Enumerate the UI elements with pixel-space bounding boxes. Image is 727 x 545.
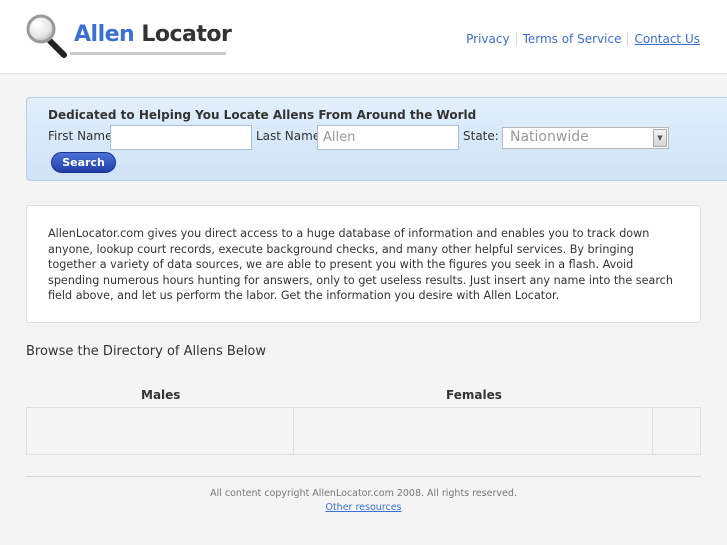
logo-text: Allen Locator [74, 22, 232, 47]
state-select-value: Nationwide [510, 129, 589, 145]
logo-suffix: Locator [134, 22, 232, 47]
privacy-link[interactable]: Privacy [460, 32, 515, 46]
site-header: Allen Locator Privacy Terms of Service C… [0, 0, 727, 74]
directory-heading: Browse the Directory of Allens Below [26, 344, 267, 359]
last-name-input[interactable] [317, 125, 459, 150]
last-name-label: Last Name [256, 129, 321, 143]
state-select[interactable]: Nationwide ▼ [502, 127, 669, 149]
other-resources-link[interactable]: Other resources [325, 502, 401, 513]
footer-links: Other resources [26, 502, 701, 513]
search-panel: Dedicated to Helping You Locate Allens F… [26, 97, 727, 181]
footer-divider [26, 476, 701, 477]
description-panel: AllenLocator.com gives you direct access… [26, 205, 701, 323]
state-label: State: [463, 129, 499, 143]
males-column-header: Males [141, 388, 181, 402]
search-button[interactable]: Search [51, 152, 116, 173]
dropdown-arrow-icon[interactable]: ▼ [653, 129, 667, 147]
column-divider [293, 408, 294, 454]
terms-link[interactable]: Terms of Service [515, 32, 628, 46]
females-column-header: Females [446, 388, 502, 402]
directory-table [26, 407, 701, 455]
magnifier-icon [26, 14, 67, 58]
logo[interactable]: Allen Locator [26, 14, 232, 58]
description-text: AllenLocator.com gives you direct access… [48, 227, 673, 302]
logo-main: Allen [74, 22, 135, 47]
column-divider [652, 408, 653, 454]
top-nav: Privacy Terms of Service Contact Us [460, 32, 700, 46]
first-name-label: First Name [48, 129, 113, 143]
first-name-input[interactable] [110, 125, 252, 150]
search-title: Dedicated to Helping You Locate Allens F… [48, 108, 477, 122]
logo-underline [70, 52, 226, 55]
contact-link[interactable]: Contact Us [627, 32, 700, 46]
copyright-text: All content copyright AllenLocator.com 2… [210, 488, 517, 499]
